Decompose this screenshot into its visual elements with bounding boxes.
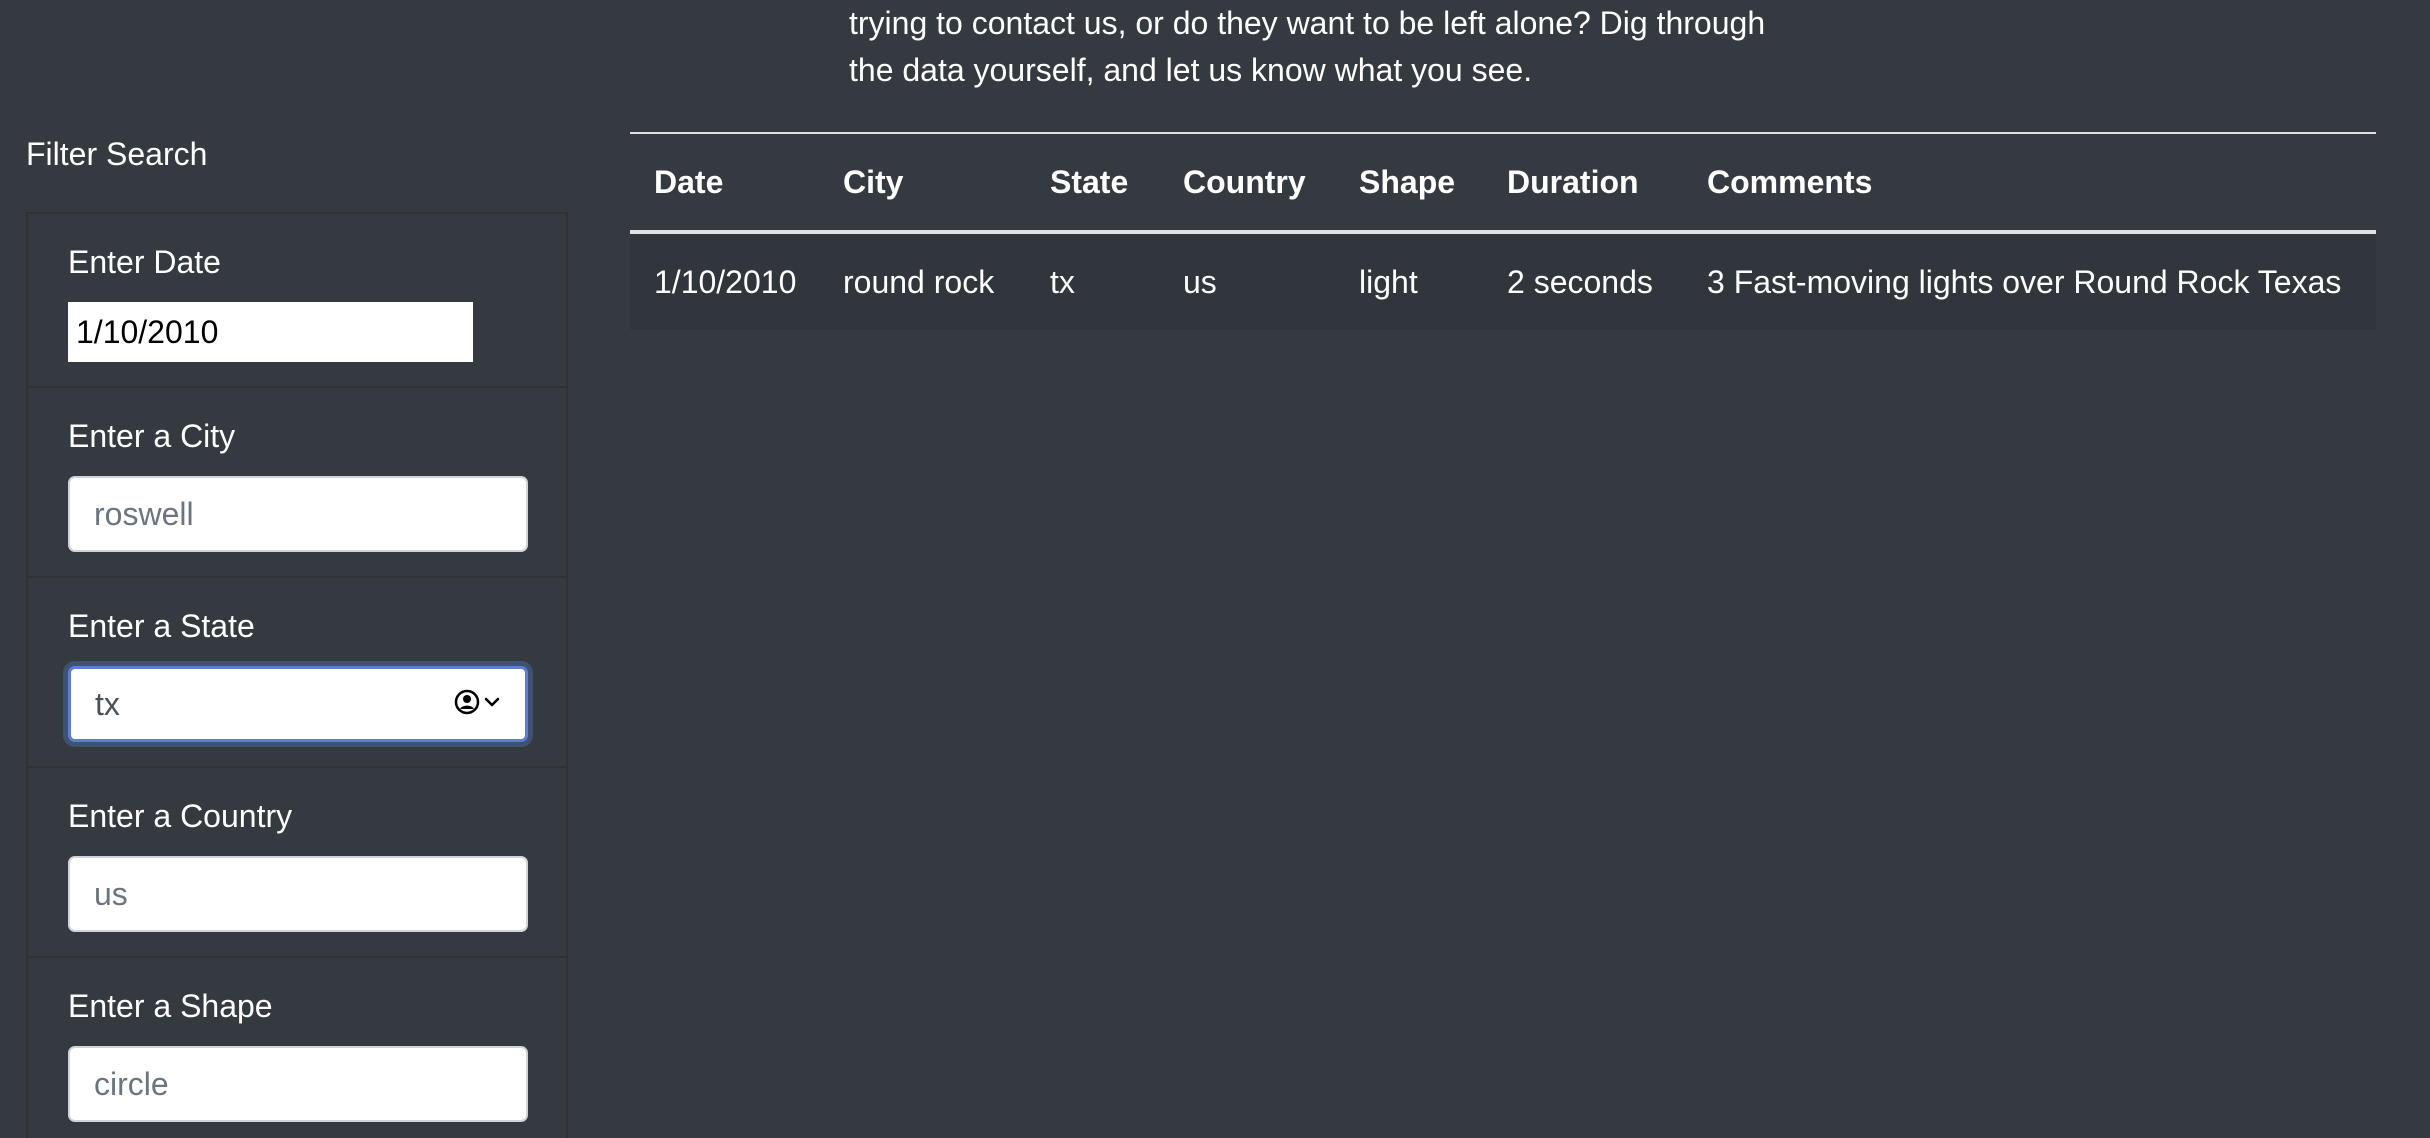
shape-label: Enter a Shape <box>68 988 273 1024</box>
intro-line: trying to contact us, or do they want to… <box>849 5 1766 41</box>
filter-item-date: Enter Date <box>28 214 566 388</box>
chevron-down-icon[interactable] <box>484 695 500 713</box>
contact-autofill-icon[interactable] <box>454 689 480 720</box>
date-input[interactable] <box>68 302 473 362</box>
autofill-controls[interactable] <box>454 689 500 720</box>
country-label: Enter a Country <box>68 798 293 834</box>
column-header-country: Country <box>1183 163 1306 200</box>
filter-item-shape: Enter a Shape <box>28 958 566 1138</box>
column-header-comments: Comments <box>1707 163 1873 200</box>
cell-city: round rock <box>819 232 1026 330</box>
intro-paragraph: trying to contact us, or do they want to… <box>849 0 1849 94</box>
filter-list: Enter Date Enter a City Enter a State <box>26 212 568 1138</box>
filter-search-title: Filter Search <box>26 136 208 172</box>
column-header-city: City <box>843 163 904 200</box>
intro-line: the data yourself, and let us know what … <box>849 52 1533 88</box>
column-header-duration: Duration <box>1507 163 1639 200</box>
column-header-date: Date <box>654 163 724 200</box>
date-label: Enter Date <box>68 244 221 280</box>
state-label: Enter a State <box>68 608 255 644</box>
cell-country: us <box>1159 232 1335 330</box>
cell-date: 1/10/2010 <box>630 232 819 330</box>
page: trying to contact us, or do they want to… <box>0 0 2430 1138</box>
city-input[interactable] <box>68 476 528 552</box>
cell-duration: 2 seconds <box>1483 232 1683 330</box>
filter-item-country: Enter a Country <box>28 768 566 958</box>
filter-item-state: Enter a State <box>28 578 566 768</box>
state-input-wrapper <box>68 666 528 742</box>
ufo-sightings-table: Date City State Country Shape Duration C… <box>630 132 2376 330</box>
city-label: Enter a City <box>68 418 236 454</box>
table-header-row: Date City State Country Shape Duration C… <box>630 133 2376 232</box>
column-header-shape: Shape <box>1359 163 1456 200</box>
cell-comments: 3 Fast-moving lights over Round Rock Tex… <box>1683 232 2376 330</box>
shape-input[interactable] <box>68 1046 528 1122</box>
cell-shape: light <box>1335 232 1483 330</box>
country-input[interactable] <box>68 856 528 932</box>
filter-item-city: Enter a City <box>28 388 566 578</box>
column-header-state: State <box>1050 163 1129 200</box>
table-row: 1/10/2010 round rock tx us light 2 secon… <box>630 232 2376 330</box>
cell-state: tx <box>1026 232 1159 330</box>
